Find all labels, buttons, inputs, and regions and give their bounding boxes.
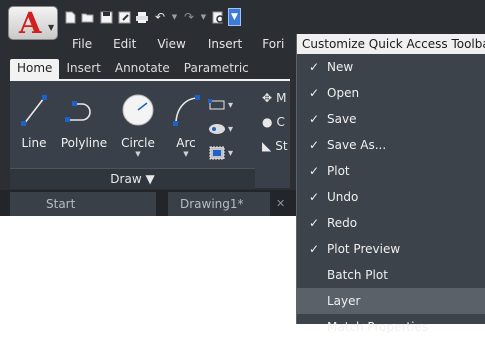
- customize-qat-dropdown-icon[interactable]: ▼: [228, 8, 241, 26]
- tab-parametric[interactable]: Parametric: [177, 59, 256, 79]
- tab-drawing1-label: Drawing1*: [180, 197, 244, 211]
- menu-insert[interactable]: Insert: [208, 37, 242, 51]
- redo-icon[interactable]: ↷: [181, 9, 197, 25]
- undo-dropdown-icon[interactable]: ▼: [170, 9, 179, 25]
- checkmark-icon: ✓: [309, 190, 320, 204]
- save-icon[interactable]: [98, 9, 114, 25]
- customize-qat-menu: Customize Quick Access Toolbar ✓ New ✓ Open…: [296, 34, 485, 334]
- redo-dropdown-icon[interactable]: ▼: [199, 9, 208, 25]
- ribbon-panel-draw: Line Polyline Circle ▼ Arc ▼ ▾ ▾ ▾ Draw …: [10, 79, 290, 189]
- menu-item-label: Batch Plot: [327, 268, 388, 282]
- menu-item-label: Plot: [327, 164, 350, 178]
- line-label: Line: [21, 136, 47, 150]
- menu-item-undo[interactable]: ✓ Undo: [297, 184, 485, 210]
- circle-label: Circle: [121, 136, 155, 150]
- menu-item-new[interactable]: ✓ New: [297, 54, 485, 80]
- circle-tool[interactable]: Circle ▼: [118, 90, 158, 158]
- menu-title: Customize Quick Access Toolbar: [297, 34, 485, 54]
- tab-annotate[interactable]: Annotate: [108, 59, 177, 79]
- menu-view[interactable]: View: [157, 37, 185, 51]
- menu-bar: File Edit View Insert Fori: [56, 37, 284, 51]
- hatch-icon: [209, 124, 225, 134]
- copy-label: C: [276, 115, 285, 129]
- draw-small-tools: ▾ ▾ ▾: [208, 93, 248, 165]
- checkmark-icon: ✓: [309, 86, 320, 100]
- menu-item-plot[interactable]: ✓ Plot: [297, 158, 485, 184]
- menu-item-label: Undo: [327, 190, 359, 204]
- menu-item-label: New: [327, 60, 354, 74]
- modify-panel-partial: ✥ M ● C ◣ St: [262, 86, 288, 158]
- arc-label: Arc: [176, 136, 196, 150]
- checkmark-icon: ✓: [309, 216, 320, 230]
- hatch-tool[interactable]: ▾: [208, 117, 248, 141]
- stretch-label: St: [275, 139, 288, 153]
- polyline-icon: [65, 101, 91, 122]
- chevron-down-icon[interactable]: ▼: [183, 150, 188, 158]
- menu-item-label: Open: [327, 86, 360, 100]
- menu-item-label: Redo: [327, 216, 358, 230]
- menu-item-label: Save As...: [327, 138, 387, 152]
- checkmark-icon: ✓: [309, 60, 320, 74]
- plot-icon[interactable]: [134, 9, 150, 25]
- saveas-icon[interactable]: [116, 9, 132, 25]
- menu-format[interactable]: Fori: [262, 37, 284, 51]
- draw-panel-title[interactable]: Draw ▼: [10, 168, 255, 189]
- move-tool[interactable]: ✥ M: [262, 86, 288, 110]
- menu-item-match-properties[interactable]: Match Properties: [297, 314, 485, 340]
- menu-item-plot-preview[interactable]: ✓ Plot Preview: [297, 236, 485, 262]
- quick-access-toolbar: ↶ ▼ ↷ ▼ ▼: [62, 6, 241, 28]
- circle-icon: [122, 94, 154, 126]
- move-label: M: [276, 91, 287, 105]
- tab-start[interactable]: Start: [10, 192, 156, 216]
- autocad-logo-icon: A: [19, 6, 42, 40]
- stretch-tool[interactable]: ◣ St: [262, 134, 288, 158]
- checkmark-icon: ✓: [309, 138, 320, 152]
- chevron-down-icon[interactable]: ▼: [135, 150, 140, 158]
- menu-item-label: Layer: [327, 294, 361, 308]
- menu-file[interactable]: File: [72, 37, 92, 51]
- arc-icon: [173, 95, 200, 126]
- tab-insert[interactable]: Insert: [59, 59, 107, 79]
- menu-item-open[interactable]: ✓ Open: [297, 80, 485, 106]
- line-tool[interactable]: Line: [18, 90, 50, 150]
- menu-item-label: Match Properties: [327, 320, 429, 334]
- checkmark-icon: ✓: [309, 112, 320, 126]
- menu-item-label: Save: [327, 112, 357, 126]
- menu-item-label: Plot Preview: [327, 242, 401, 256]
- polyline-tool[interactable]: Polyline: [60, 90, 108, 150]
- move-icon: ✥: [262, 91, 273, 105]
- rectangle-tool[interactable]: ▾: [208, 93, 248, 117]
- polyline-label: Polyline: [60, 136, 108, 150]
- checkmark-icon: ✓: [309, 242, 320, 256]
- new-icon[interactable]: [62, 9, 78, 25]
- application-menu-button[interactable]: A ▼: [8, 6, 58, 40]
- plotpreview-icon[interactable]: [210, 9, 226, 25]
- rectangle-icon: [208, 99, 225, 110]
- menu-edit[interactable]: Edit: [113, 37, 136, 51]
- menu-item-save-as[interactable]: ✓ Save As...: [297, 132, 485, 158]
- menu-item-save[interactable]: ✓ Save: [297, 106, 485, 132]
- undo-icon[interactable]: ↶: [152, 9, 168, 25]
- tab-drawing1[interactable]: Drawing1* ✕: [168, 192, 285, 216]
- line-icon: [21, 95, 47, 126]
- open-icon[interactable]: [80, 9, 96, 25]
- checkmark-icon: ✓: [309, 164, 320, 178]
- menu-item-redo[interactable]: ✓ Redo: [297, 210, 485, 236]
- chevron-down-icon: ▼: [48, 23, 55, 32]
- ribbon-tabs: Home Insert Annotate Parametric: [10, 59, 300, 79]
- arc-tool[interactable]: Arc ▼: [168, 90, 204, 158]
- region-tool[interactable]: ▾: [208, 141, 248, 165]
- tab-home[interactable]: Home: [10, 59, 60, 79]
- copy-icon: ●: [262, 115, 273, 129]
- close-icon[interactable]: ✕: [276, 192, 285, 216]
- menu-item-batch-plot[interactable]: Batch Plot: [297, 262, 485, 288]
- menu-item-layer[interactable]: Layer: [297, 288, 485, 314]
- region-icon: [209, 146, 225, 160]
- stretch-icon: ◣: [262, 139, 272, 153]
- copy-tool[interactable]: ● C: [262, 110, 288, 134]
